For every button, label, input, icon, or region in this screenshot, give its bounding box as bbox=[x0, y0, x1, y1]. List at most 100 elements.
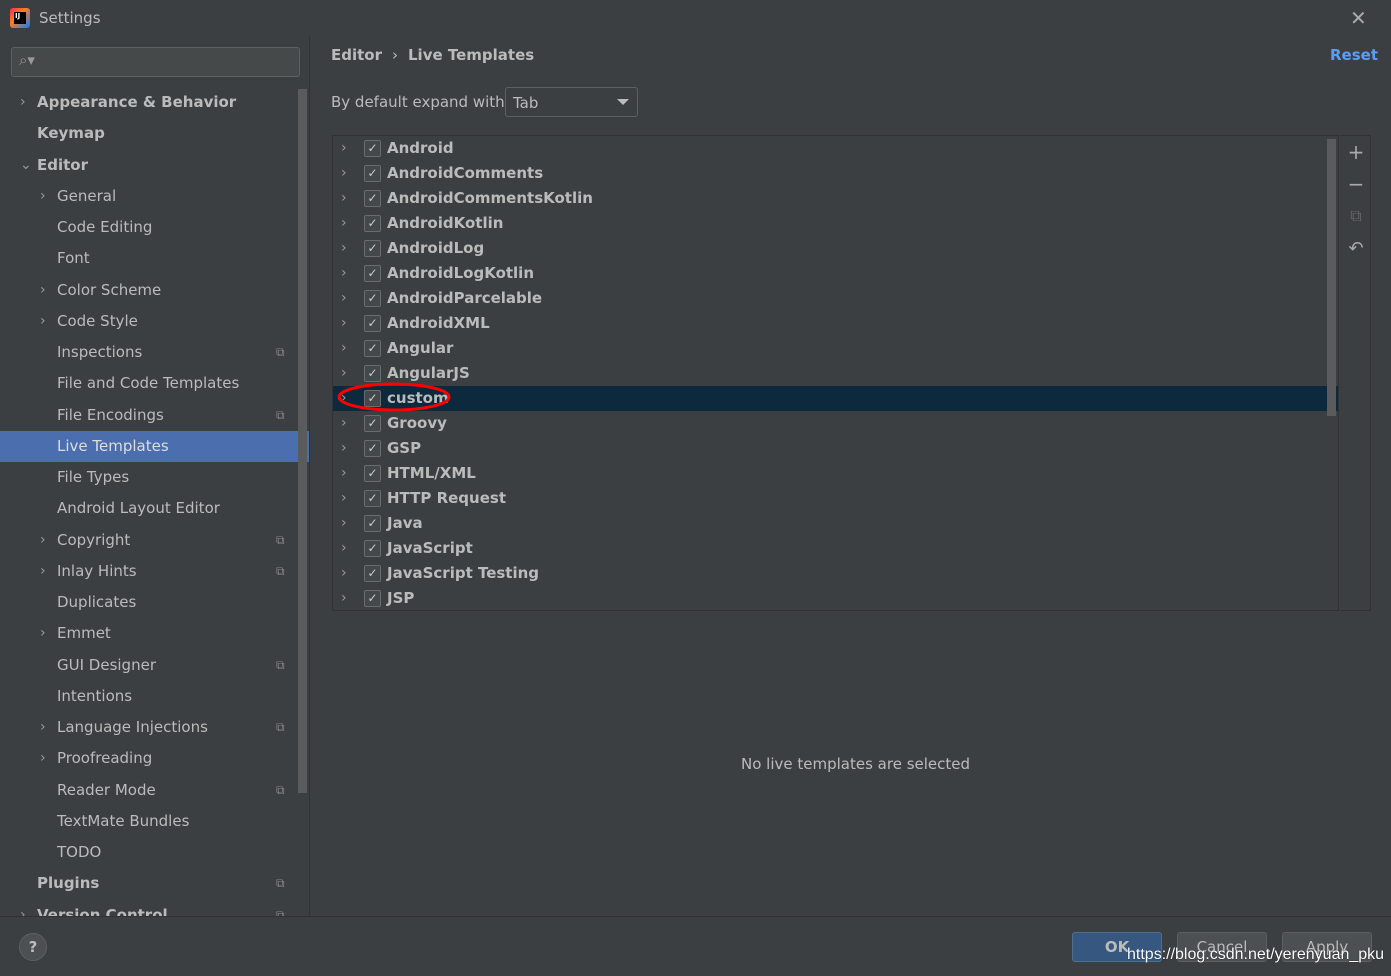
breadcrumb-editor[interactable]: Editor bbox=[331, 46, 382, 64]
chevron-right-icon[interactable]: › bbox=[341, 436, 347, 461]
chevron-right-icon[interactable]: › bbox=[40, 556, 46, 587]
sidebar-item-keymap[interactable]: Keymap bbox=[0, 118, 309, 149]
template-checkbox[interactable]: ✓ bbox=[364, 340, 381, 357]
template-checkbox[interactable]: ✓ bbox=[364, 465, 381, 482]
minus-icon[interactable]: − bbox=[1346, 172, 1366, 196]
sidebar-item-android-layout-editor[interactable]: Android Layout Editor bbox=[0, 493, 309, 524]
sidebar-item-file-and-code-templates[interactable]: File and Code Templates bbox=[0, 368, 309, 399]
list-scrollbar[interactable] bbox=[1327, 139, 1336, 416]
template-group-row[interactable]: › ✓ AndroidParcelable bbox=[333, 286, 1338, 311]
template-group-row[interactable]: › ✓ HTTP Request bbox=[333, 486, 1338, 511]
template-group-row[interactable]: › ✓ JSP bbox=[333, 586, 1338, 610]
sidebar-item-editor[interactable]: ⌄ Editor bbox=[0, 150, 309, 181]
chevron-right-icon[interactable]: › bbox=[341, 411, 347, 436]
chevron-right-icon[interactable]: › bbox=[341, 336, 347, 361]
sidebar-item-plugins[interactable]: Plugins ⧉ bbox=[0, 868, 309, 899]
template-group-row[interactable]: › ✓ AndroidLogKotlin bbox=[333, 261, 1338, 286]
sidebar-item-duplicates[interactable]: Duplicates bbox=[0, 587, 309, 618]
reset-button[interactable]: Reset bbox=[1330, 46, 1378, 64]
template-checkbox[interactable]: ✓ bbox=[364, 565, 381, 582]
template-group-row[interactable]: › ✓ Angular bbox=[333, 336, 1338, 361]
template-group-row[interactable]: › ✓ AngularJS bbox=[333, 361, 1338, 386]
template-checkbox[interactable]: ✓ bbox=[364, 315, 381, 332]
sidebar-item-todo[interactable]: TODO bbox=[0, 837, 309, 868]
sidebar-item-version-control[interactable]: › Version Control ⧉ bbox=[0, 900, 309, 917]
template-checkbox[interactable]: ✓ bbox=[364, 540, 381, 557]
chevron-right-icon[interactable]: › bbox=[341, 536, 347, 561]
template-checkbox[interactable]: ✓ bbox=[364, 415, 381, 432]
template-checkbox[interactable]: ✓ bbox=[364, 440, 381, 457]
copy-icon[interactable]: ⧉ bbox=[1346, 206, 1366, 226]
sidebar-item-color-scheme[interactable]: › Color Scheme bbox=[0, 275, 309, 306]
chevron-right-icon[interactable]: › bbox=[341, 561, 347, 586]
chevron-right-icon[interactable]: › bbox=[341, 211, 347, 236]
template-group-row[interactable]: › ✓ JavaScript bbox=[333, 536, 1338, 561]
template-checkbox[interactable]: ✓ bbox=[364, 240, 381, 257]
chevron-right-icon[interactable]: › bbox=[341, 136, 347, 161]
chevron-right-icon[interactable]: › bbox=[341, 586, 347, 610]
sidebar-item-textmate-bundles[interactable]: TextMate Bundles bbox=[0, 806, 309, 837]
chevron-right-icon[interactable]: › bbox=[20, 87, 26, 118]
template-checkbox[interactable]: ✓ bbox=[364, 140, 381, 157]
template-group-row[interactable]: › ✓ GSP bbox=[333, 436, 1338, 461]
template-checkbox[interactable]: ✓ bbox=[364, 590, 381, 607]
sidebar-item-intentions[interactable]: Intentions bbox=[0, 681, 309, 712]
chevron-right-icon[interactable]: › bbox=[341, 261, 347, 286]
help-button[interactable]: ? bbox=[19, 933, 47, 961]
template-group-row[interactable]: › ✓ Java bbox=[333, 511, 1338, 536]
template-checkbox[interactable]: ✓ bbox=[364, 490, 381, 507]
chevron-right-icon[interactable]: › bbox=[20, 900, 26, 917]
chevron-right-icon[interactable]: › bbox=[341, 311, 347, 336]
sidebar-item-proofreading[interactable]: › Proofreading bbox=[0, 743, 309, 774]
template-checkbox[interactable]: ✓ bbox=[364, 215, 381, 232]
revert-icon[interactable]: ↶ bbox=[1346, 238, 1366, 259]
chevron-right-icon[interactable]: › bbox=[341, 486, 347, 511]
sidebar-item-gui-designer[interactable]: GUI Designer ⧉ bbox=[0, 650, 309, 681]
chevron-right-icon[interactable]: › bbox=[40, 712, 46, 743]
template-checkbox[interactable]: ✓ bbox=[364, 290, 381, 307]
template-group-row[interactable]: › ✓ AndroidCommentsKotlin bbox=[333, 186, 1338, 211]
template-group-row[interactable]: › ✓ Groovy bbox=[333, 411, 1338, 436]
sidebar-item-code-style[interactable]: › Code Style bbox=[0, 306, 309, 337]
template-group-row[interactable]: › ✓ AndroidLog bbox=[333, 236, 1338, 261]
sidebar-item-emmet[interactable]: › Emmet bbox=[0, 618, 309, 649]
chevron-right-icon[interactable]: › bbox=[40, 306, 46, 337]
chevron-right-icon[interactable]: › bbox=[40, 743, 46, 774]
template-group-row[interactable]: › ✓ AndroidXML bbox=[333, 311, 1338, 336]
sidebar-item-inspections[interactable]: Inspections ⧉ bbox=[0, 337, 309, 368]
template-group-row[interactable]: › ✓ AndroidComments bbox=[333, 161, 1338, 186]
sidebar-item-appearance-behavior[interactable]: › Appearance & Behavior bbox=[0, 87, 309, 118]
template-checkbox[interactable]: ✓ bbox=[364, 515, 381, 532]
sidebar-scrollbar[interactable] bbox=[298, 89, 307, 793]
chevron-right-icon[interactable]: › bbox=[341, 236, 347, 261]
chevron-right-icon[interactable]: › bbox=[341, 511, 347, 536]
sidebar-item-file-encodings[interactable]: File Encodings ⧉ bbox=[0, 400, 309, 431]
sidebar-item-code-editing[interactable]: Code Editing bbox=[0, 212, 309, 243]
chevron-right-icon[interactable]: › bbox=[40, 618, 46, 649]
chevron-right-icon[interactable]: › bbox=[40, 275, 46, 306]
sidebar-item-file-types[interactable]: File Types bbox=[0, 462, 309, 493]
template-checkbox[interactable]: ✓ bbox=[364, 165, 381, 182]
template-group-row[interactable]: › ✓ HTML/XML bbox=[333, 461, 1338, 486]
expand-with-dropdown[interactable]: Tab bbox=[505, 87, 638, 117]
close-icon[interactable]: ✕ bbox=[1350, 6, 1367, 30]
chevron-right-icon[interactable]: › bbox=[341, 161, 347, 186]
template-group-row[interactable]: › ✓ AndroidKotlin bbox=[333, 211, 1338, 236]
sidebar-item-live-templates[interactable]: Live Templates bbox=[0, 430, 309, 462]
sidebar-item-font[interactable]: Font bbox=[0, 243, 309, 274]
template-group-row[interactable]: › ✓ Android bbox=[333, 136, 1338, 161]
sidebar-item-inlay-hints[interactable]: › Inlay Hints ⧉ bbox=[0, 556, 309, 587]
chevron-right-icon[interactable]: › bbox=[40, 181, 46, 212]
plus-icon[interactable]: + bbox=[1346, 140, 1366, 164]
template-group-row[interactable]: › ✓ JavaScript Testing bbox=[333, 561, 1338, 586]
sidebar-item-reader-mode[interactable]: Reader Mode ⧉ bbox=[0, 775, 309, 806]
template-group-row[interactable]: › ✓ custom bbox=[333, 386, 1338, 411]
chevron-right-icon[interactable]: › bbox=[341, 461, 347, 486]
sidebar-item-general[interactable]: › General bbox=[0, 181, 309, 212]
sidebar-item-language-injections[interactable]: › Language Injections ⧉ bbox=[0, 712, 309, 743]
template-checkbox[interactable]: ✓ bbox=[364, 265, 381, 282]
chevron-right-icon[interactable]: › bbox=[341, 186, 347, 211]
search-input[interactable]: ⌕▾ bbox=[11, 47, 300, 77]
chevron-right-icon[interactable]: › bbox=[341, 286, 347, 311]
chevron-down-icon[interactable]: ⌄ bbox=[20, 150, 32, 181]
